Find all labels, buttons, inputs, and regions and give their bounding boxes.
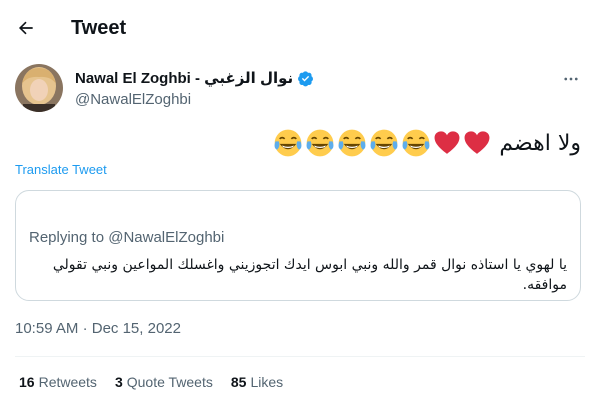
tweet-emojis (271, 128, 491, 158)
back-button[interactable] (8, 10, 44, 46)
tears-of-joy-icon (338, 129, 366, 157)
tears-of-joy-icon (370, 129, 398, 157)
heart-icon (434, 131, 460, 154)
retweets-stat[interactable]: 16 Retweets (19, 374, 97, 390)
quote-tweets-label: Quote Tweets (126, 374, 213, 390)
tears-of-joy-icon (402, 129, 430, 157)
quote-tweets-count: 3 (114, 374, 123, 390)
avatar[interactable] (15, 64, 63, 112)
retweets-label: Retweets (38, 374, 97, 390)
tears-of-joy-icon (274, 129, 302, 157)
author-name-text: Nawal El Zoghbi - نوال الزغبي (75, 70, 294, 87)
translate-tweet-link[interactable]: Translate Tweet (15, 162, 107, 177)
quoted-tweet-card[interactable]: Replying to @NawalElZoghbi يا لهوي يا اس… (15, 190, 581, 301)
replying-to-mention[interactable]: @NawalElZoghbi (108, 229, 224, 246)
tears-of-joy-icon (306, 129, 334, 157)
author-handle[interactable]: @NawalElZoghbi (75, 91, 314, 108)
tweet-author: Nawal El Zoghbi - نوال الزغبي @NawalElZo… (75, 68, 314, 108)
more-options-button[interactable] (556, 64, 586, 94)
tweet-time[interactable]: 10:59 AM (15, 320, 78, 337)
tweet-text: ولا اهضم (499, 130, 581, 156)
retweets-count: 16 (19, 374, 35, 390)
quoted-tweet-text: يا لهوي يا استاذه نوال قمر والله ونبي اب… (52, 257, 567, 293)
verified-badge-icon (298, 70, 314, 86)
arrow-left-icon (18, 21, 33, 35)
author-display-name[interactable]: Nawal El Zoghbi - نوال الزغبي (75, 68, 314, 88)
heart-icon (464, 131, 490, 154)
likes-stat[interactable]: 85 Likes (231, 374, 283, 390)
replying-to: Replying to @NawalElZoghbi (29, 229, 224, 246)
tweet-stats: 16 Retweets 3 Quote Tweets 85 Likes (19, 374, 301, 390)
quote-tweets-stat[interactable]: 3 Quote Tweets (115, 374, 213, 390)
top-bar: Tweet (0, 0, 600, 56)
likes-label: Likes (250, 374, 284, 390)
more-horizontal-icon (564, 77, 578, 81)
timestamp-separator: · (82, 320, 88, 337)
tweet-body: ولا اهضم (271, 125, 581, 161)
divider (15, 356, 585, 357)
page-title: Tweet (71, 17, 127, 39)
tweet-date[interactable]: Dec 15, 2022 (92, 320, 181, 337)
tweet-timestamp: 10:59 AM · Dec 15, 2022 (15, 320, 181, 337)
likes-count: 85 (230, 374, 247, 390)
replying-to-label: Replying to (29, 229, 109, 246)
